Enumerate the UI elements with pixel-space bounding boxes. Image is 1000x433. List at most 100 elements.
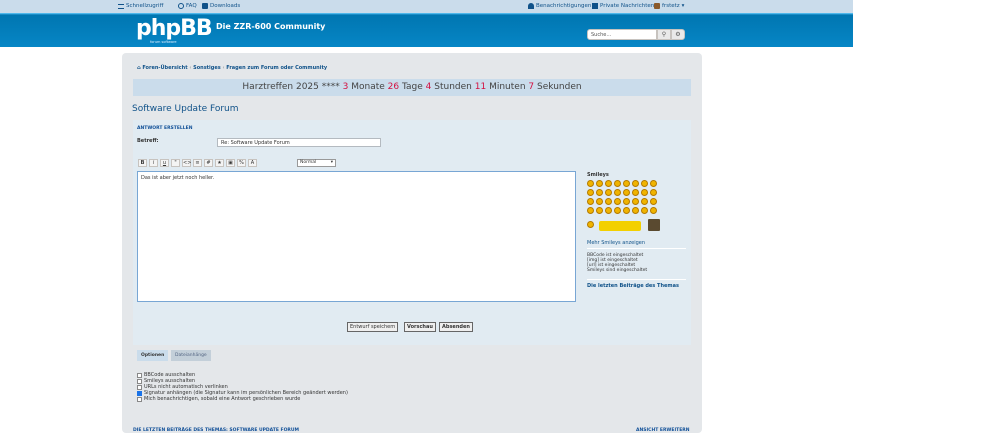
save-draft-button[interactable]: Entwurf speichern	[347, 322, 399, 332]
smiley-icon[interactable]	[641, 207, 648, 214]
checkbox[interactable]	[137, 384, 142, 390]
smiley-icon[interactable]	[650, 189, 657, 196]
smiley-icon[interactable]	[596, 180, 603, 187]
list-button[interactable]: ≡	[193, 159, 202, 167]
smiley-icon[interactable]	[614, 180, 621, 187]
section-heading: Antwort erstellen	[137, 126, 193, 131]
italic-button[interactable]: i	[149, 159, 158, 167]
smiley-icon[interactable]	[587, 207, 594, 214]
notifications-link[interactable]: Benachrichtigungen	[528, 3, 591, 9]
smiley-icon[interactable]	[605, 180, 612, 187]
advanced-search-button[interactable]: ⚙	[671, 29, 685, 40]
divider	[587, 248, 686, 249]
smiley-icon[interactable]	[632, 207, 639, 214]
checkbox[interactable]	[137, 378, 142, 384]
underline-button[interactable]: u	[160, 159, 169, 167]
smiley-icon[interactable]	[596, 207, 603, 214]
smiley-icon[interactable]	[641, 198, 648, 205]
smiley-icon[interactable]	[623, 180, 630, 187]
breadcrumb-forum[interactable]: Fragen zum Forum oder Community	[226, 65, 327, 71]
image-button[interactable]: ▣	[226, 159, 235, 167]
options-list: BBCode ausschalten Smileys ausschalten U…	[137, 372, 348, 402]
smiley-icon[interactable]	[587, 221, 594, 228]
avatar	[654, 3, 660, 9]
submit-button[interactable]: Absenden	[439, 322, 473, 332]
smiley-icon[interactable]	[632, 198, 639, 205]
topic-review-heading: Die letzten Beiträge des Themas: Softwar…	[133, 428, 300, 433]
smiley-icon[interactable]	[632, 180, 639, 187]
smiley-icon[interactable]	[623, 198, 630, 205]
smileys-heading: Smileys	[587, 172, 609, 178]
smiley-icon[interactable]	[614, 198, 621, 205]
smiley-cake-icon[interactable]	[648, 219, 660, 231]
tab-options[interactable]: Optionen	[137, 350, 169, 361]
smiley-grid	[587, 180, 659, 214]
search-icon: ⚲	[661, 31, 667, 38]
smiley-icon[interactable]	[605, 189, 612, 196]
smiley-icon[interactable]	[632, 189, 639, 196]
smiley-icon[interactable]	[623, 189, 630, 196]
breadcrumb: ⌂ Foren-Übersicht ‹ Sonstiges ‹ Fragen z…	[137, 65, 328, 71]
smiley-icon[interactable]	[614, 189, 621, 196]
smiley-icon[interactable]	[605, 207, 612, 214]
smiley-icon[interactable]	[650, 198, 657, 205]
smiley-icon[interactable]	[641, 180, 648, 187]
smiley-icon[interactable]	[596, 189, 603, 196]
help-icon	[178, 3, 184, 9]
expand-view-link[interactable]: Ansicht erweitern	[636, 428, 690, 433]
envelope-icon	[592, 3, 598, 9]
smiley-icon[interactable]	[614, 207, 621, 214]
checkbox[interactable]	[137, 396, 142, 402]
list-item-button[interactable]: ★	[215, 159, 224, 167]
logo-subtitle: forum software	[150, 40, 177, 44]
color-button[interactable]: A	[248, 159, 257, 167]
smiley-icon[interactable]	[596, 198, 603, 205]
search-input[interactable]: Suche…	[587, 29, 657, 40]
link-button[interactable]: %	[237, 159, 246, 167]
code-button[interactable]: <>	[182, 159, 191, 167]
smiley-icon[interactable]	[650, 180, 657, 187]
checkbox-checked[interactable]	[137, 390, 142, 396]
option-notify[interactable]: Mich benachrichtigen, sobald eine Antwor…	[137, 396, 348, 402]
forum-title[interactable]: Software Update Forum	[132, 104, 239, 114]
search-button[interactable]: ⚲	[657, 29, 671, 40]
smiley-icon[interactable]	[587, 198, 594, 205]
breadcrumb-category[interactable]: Sonstiges	[193, 65, 221, 71]
message-textarea[interactable]: Das ist aber jetzt noch heller.	[137, 171, 576, 302]
messages-link[interactable]: Private Nachrichten	[592, 3, 654, 9]
tab-attachments[interactable]: Dateianhänge	[171, 350, 211, 361]
preview-button[interactable]: Vorschau	[404, 322, 436, 332]
smiley-icon[interactable]	[605, 198, 612, 205]
bold-button[interactable]: B	[138, 159, 147, 167]
smiley-icon[interactable]	[641, 189, 648, 196]
subject-label: Betreff:	[137, 138, 159, 144]
downloads-link[interactable]: Downloads	[202, 3, 240, 9]
smiley-icon[interactable]	[587, 189, 594, 196]
subject-input[interactable]: Re: Software Update Forum	[217, 138, 381, 147]
quote-button[interactable]: "	[171, 159, 180, 167]
quicklinks-link[interactable]: Schnellzugriff	[118, 3, 163, 9]
site-name: Die ZZR-600 Community	[216, 22, 326, 31]
checkbox[interactable]	[137, 372, 142, 378]
bell-icon	[528, 3, 534, 9]
bbcode-status: BBCode ist eingeschaltet [img] ist einge…	[587, 253, 648, 273]
font-size-select[interactable]: Normal ▾	[297, 159, 336, 167]
smiley-icon[interactable]	[587, 180, 594, 187]
smiley-icon[interactable]	[623, 207, 630, 214]
download-icon	[202, 3, 208, 9]
divider	[587, 279, 686, 280]
more-smileys-link[interactable]: Mehr Smileys anzeigen	[587, 240, 645, 246]
top-navbar: Schnellzugriff FAQ Downloads Benachricht…	[0, 0, 853, 13]
site-logo[interactable]: phpBB	[136, 18, 213, 40]
faq-link[interactable]: FAQ	[178, 3, 197, 9]
gear-icon: ⚙	[675, 31, 681, 38]
chevron-down-icon: ▾	[681, 3, 685, 9]
smiley-icon[interactable]	[650, 207, 657, 214]
countdown-banner: Harztreffen 2025 **** 3 Monate 26 Tage 4…	[133, 79, 691, 96]
user-menu[interactable]: frstetz ▾	[654, 3, 684, 9]
breadcrumb-home[interactable]: Foren-Übersicht	[142, 65, 187, 71]
site-header	[0, 13, 853, 47]
smiley-banner-icon[interactable]	[599, 221, 641, 231]
ordered-list-button[interactable]: #	[204, 159, 213, 167]
last-posts-link[interactable]: Die letzten Beiträge des Themas	[587, 283, 679, 289]
